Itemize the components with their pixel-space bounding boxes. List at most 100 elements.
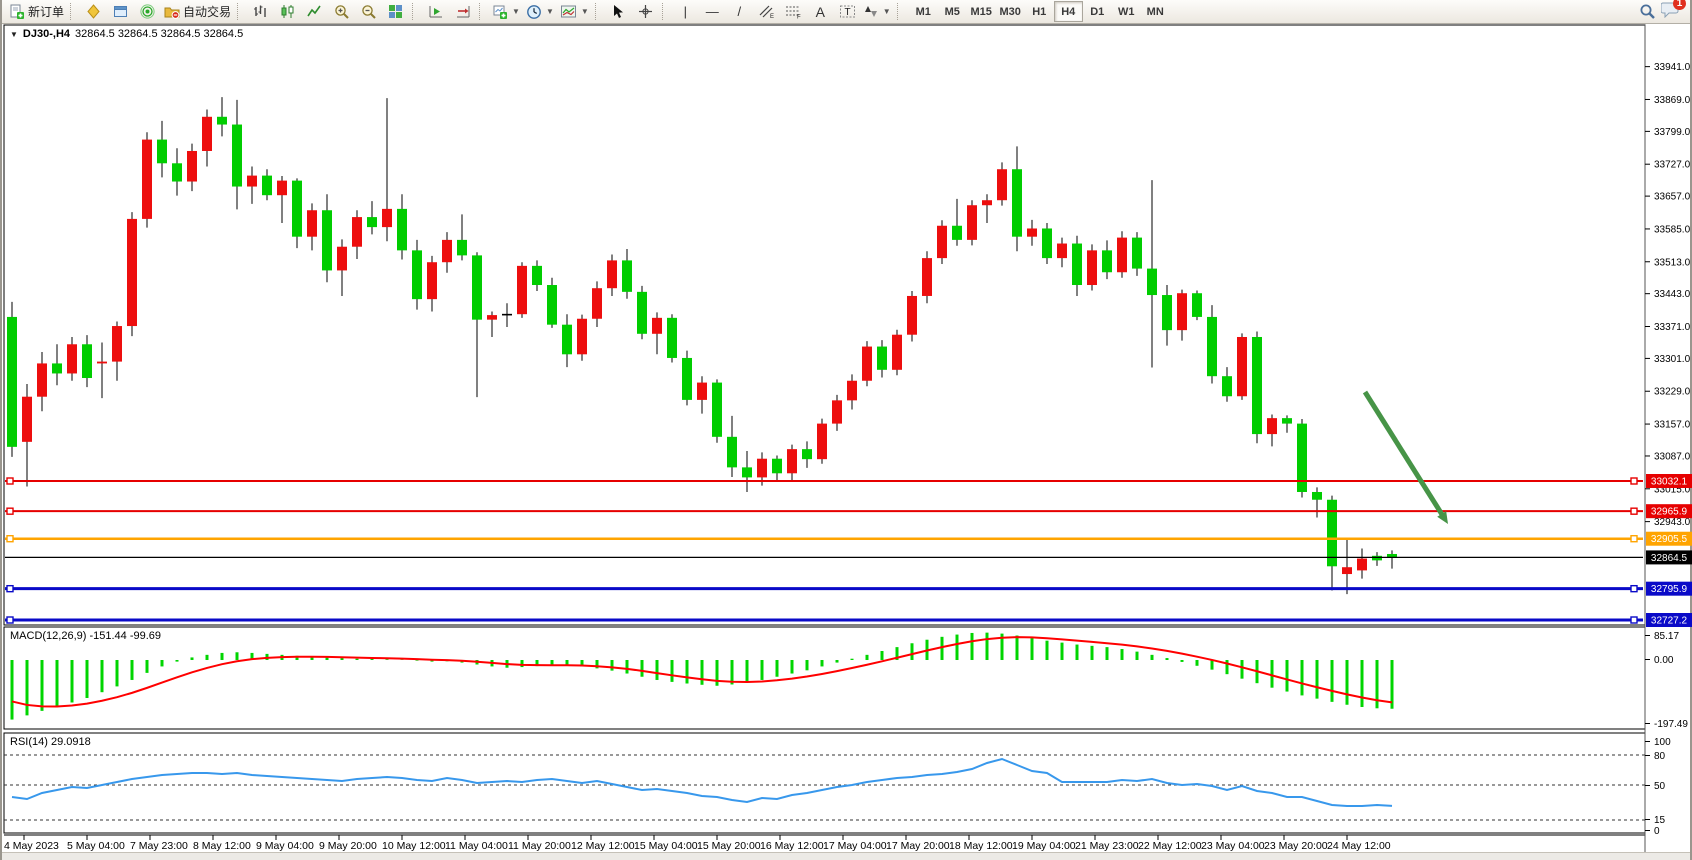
candle-body [697, 383, 707, 400]
axis-label: 21 May 23:00 [1075, 840, 1139, 852]
panel-border-1 [4, 627, 1645, 729]
candle-body [667, 318, 677, 358]
axis-label: 11 May 04:00 [445, 840, 508, 852]
fibonacci-icon: F [785, 4, 802, 19]
candle-body [352, 217, 362, 247]
axis-label: 15 [1654, 815, 1666, 826]
periods-button[interactable]: ▼ [523, 2, 557, 22]
profiles-button[interactable] [107, 2, 134, 22]
timeframe-button-D1[interactable]: D1 [1083, 1, 1112, 22]
timeframe-button-W1[interactable]: W1 [1112, 1, 1141, 22]
line-handle[interactable] [7, 586, 13, 592]
svg-text:F: F [797, 15, 801, 20]
dropdown-caret: ▼ [883, 7, 891, 16]
chart-shift-icon [455, 4, 471, 19]
candle-body [232, 125, 242, 187]
candle-body [307, 210, 317, 236]
line-handle[interactable] [1631, 508, 1637, 514]
autotrade-button[interactable]: 自动交易 [161, 2, 234, 22]
candlestick-chart-button[interactable] [274, 2, 301, 22]
candle-body [1162, 295, 1172, 330]
candle-body [727, 437, 737, 468]
axis-label: 4 May 2023 [4, 840, 59, 852]
chart-shift-button[interactable] [449, 2, 476, 22]
candle-body [1132, 238, 1142, 269]
styles-button[interactable] [80, 2, 107, 22]
axis-label: 11 May 20:00 [508, 840, 571, 852]
rsi-value: 29.0918 [51, 736, 91, 748]
candle-body [367, 217, 377, 227]
candle-body [1282, 418, 1292, 423]
horizontal-line-icon: — [706, 5, 719, 18]
axis-label: 17 May 20:00 [886, 840, 950, 852]
timeframe-button-H4[interactable]: H4 [1054, 1, 1083, 22]
dropdown-caret: ▼ [581, 7, 589, 16]
axis-label: 32864.5 [1651, 553, 1688, 564]
channel-button[interactable]: E [753, 2, 780, 22]
candle-body [907, 296, 917, 335]
timeframe-bar: M1M5M15M30H1H4D1W1MN [909, 1, 1170, 22]
candle-body [262, 176, 272, 196]
candle-body [772, 459, 782, 474]
line-handle[interactable] [1631, 536, 1637, 542]
line-handle[interactable] [1631, 617, 1637, 623]
zoom-in-button[interactable] [328, 2, 355, 22]
tile-windows-button[interactable] [382, 2, 409, 22]
line-handle[interactable] [7, 617, 13, 623]
candle-body [1177, 293, 1187, 330]
candle-body [1312, 492, 1322, 500]
panel-border-0 [4, 25, 1645, 625]
vertical-line-button[interactable]: | [672, 2, 699, 22]
cursor-button[interactable] [605, 2, 632, 22]
line-handle[interactable] [1631, 478, 1637, 484]
line-handle[interactable] [7, 478, 13, 484]
candle-body [172, 163, 182, 181]
timeframe-button-M15[interactable]: M15 [967, 1, 996, 22]
trendline-button[interactable]: / [726, 2, 753, 22]
axis-label: 33371.0 [1654, 322, 1691, 333]
timeframe-button-M1[interactable]: M1 [909, 1, 938, 22]
line-handle[interactable] [7, 508, 13, 514]
zoom-out-button[interactable] [355, 2, 382, 22]
candle-body [1342, 567, 1352, 574]
timeframe-button-M30[interactable]: M30 [996, 1, 1025, 22]
axis-label: 15 May 04:00 [634, 840, 698, 852]
line-handle[interactable] [1631, 586, 1637, 592]
candle-body [1222, 376, 1232, 396]
bar-chart-button[interactable] [247, 2, 274, 22]
line-handle[interactable] [7, 536, 13, 542]
window-menu-icon[interactable]: ▼ [10, 30, 18, 39]
candle-body [82, 344, 92, 378]
chat-button[interactable]: 1 [1661, 1, 1680, 23]
candle-body [457, 240, 467, 256]
search-button[interactable] [1634, 2, 1661, 22]
candle-body [922, 258, 932, 296]
candle-body [757, 459, 767, 478]
crosshair-button[interactable] [632, 2, 659, 22]
axis-label: 33941.0 [1654, 62, 1691, 73]
profiles-icon [113, 4, 128, 19]
new-order-button[interactable]: 新订单 [6, 2, 67, 22]
candle-body [382, 209, 392, 227]
candle-body [547, 285, 557, 325]
text-label-button[interactable]: T [834, 2, 861, 22]
text-button[interactable]: A [807, 2, 834, 22]
horizontal-line-button[interactable]: — [699, 2, 726, 22]
chart-canvas[interactable]: 33941.033869.033799.033727.033657.033585… [2, 0, 1692, 860]
auto-scroll-button[interactable] [422, 2, 449, 22]
timeframe-button-H1[interactable]: H1 [1025, 1, 1054, 22]
candle-body [1252, 337, 1262, 434]
timeframe-button-MN[interactable]: MN [1141, 1, 1170, 22]
templates-button[interactable]: ▼ [557, 2, 592, 22]
chart-ohlc-quotes: 32864.5 32864.5 32864.5 32864.5 [75, 28, 243, 40]
search-icon [1639, 3, 1656, 20]
arrows-button[interactable]: ▼ [861, 2, 894, 22]
line-chart-button[interactable] [301, 2, 328, 22]
timeframe-button-M5[interactable]: M5 [938, 1, 967, 22]
signal-button[interactable] [134, 2, 161, 22]
new-chart-button[interactable]: ▼ [489, 2, 523, 22]
fibonacci-button[interactable]: F [780, 2, 807, 22]
candle-body [52, 363, 62, 373]
separator [70, 3, 77, 20]
vertical-line-icon: | [684, 5, 687, 18]
